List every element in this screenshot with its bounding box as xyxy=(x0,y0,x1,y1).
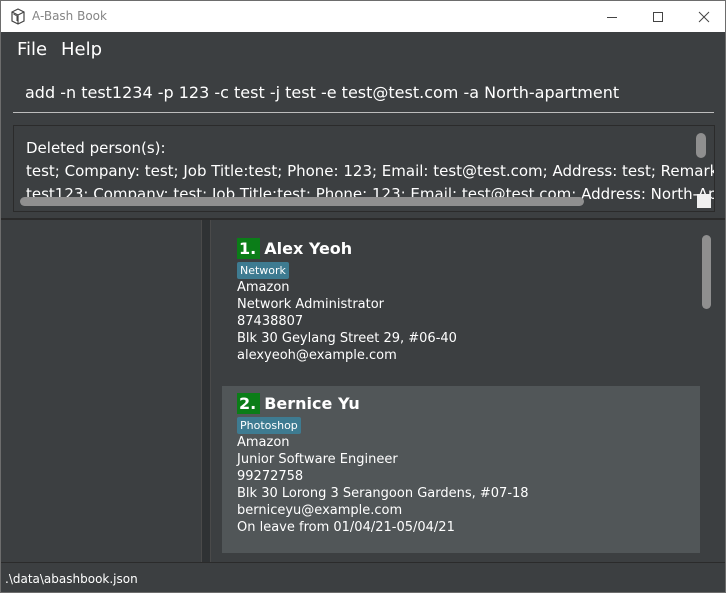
person-email: alexyeoh@example.com xyxy=(237,348,397,363)
maximize-button[interactable] xyxy=(635,1,681,32)
close-button[interactable] xyxy=(681,1,725,32)
person-list-panel: 1. Alex Yeoh Network Amazon Network Admi… xyxy=(211,220,725,562)
person-phone: 87438807 xyxy=(237,314,304,329)
save-file-path: .\data\abashbook.json xyxy=(5,572,138,586)
person-list[interactable]: 1. Alex Yeoh Network Amazon Network Admi… xyxy=(222,231,700,553)
title-bar[interactable]: A-Bash Book xyxy=(1,1,725,32)
person-index: 2. xyxy=(237,393,261,414)
person-address: Blk 30 Lorong 3 Serangoon Gardens, #07-1… xyxy=(237,486,529,501)
minimize-icon xyxy=(607,16,617,18)
person-address: Blk 30 Geylang Street 29, #06-40 xyxy=(237,331,457,346)
person-name: Bernice Yu xyxy=(264,394,360,413)
person-remark: On leave from 01/04/21-05/04/21 xyxy=(237,520,455,535)
person-index: 1. xyxy=(237,238,261,259)
command-box xyxy=(13,73,714,113)
person-company: Amazon xyxy=(237,435,290,450)
menu-bar: File Help xyxy=(1,32,725,66)
person-phone: 99272758 xyxy=(237,469,304,484)
person-email: berniceyu@example.com xyxy=(237,503,403,518)
left-pane xyxy=(1,220,201,562)
person-card[interactable]: 1. Alex Yeoh Network Amazon Network Admi… xyxy=(222,231,700,386)
result-display[interactable]: Deleted person(s): test; Company: test; J… xyxy=(13,125,715,212)
card-header: 1. Alex Yeoh xyxy=(237,238,352,259)
app-book-icon xyxy=(11,8,25,25)
app-window: A-Bash Book File Help Deleted person(s):… xyxy=(0,0,726,593)
menu-help[interactable]: Help xyxy=(61,39,102,60)
person-job-title: Junior Software Engineer xyxy=(237,452,398,467)
person-name: Alex Yeoh xyxy=(264,239,353,258)
scroll-corner xyxy=(697,194,711,208)
maximize-icon xyxy=(653,11,663,22)
person-tag: Photoshop xyxy=(237,417,301,434)
window-title: A-Bash Book xyxy=(32,9,107,23)
person-job-title: Network Administrator xyxy=(237,297,385,312)
minimize-button[interactable] xyxy=(589,1,635,32)
person-tag: Network xyxy=(237,262,289,279)
person-company: Amazon xyxy=(237,280,290,295)
result-vertical-scrollbar[interactable] xyxy=(696,133,706,158)
result-horizontal-scrollbar[interactable] xyxy=(20,197,584,206)
split-pane-divider[interactable] xyxy=(201,220,211,562)
status-bar: .\data\abashbook.json xyxy=(1,562,725,592)
card-header: 2. Bernice Yu xyxy=(237,393,360,414)
menu-file[interactable]: File xyxy=(17,39,47,60)
result-line: Deleted person(s): xyxy=(26,139,166,157)
result-text: Deleted person(s): test; Company: test; J… xyxy=(26,137,715,206)
result-line: test; Company: test; Job Title:test; Pho… xyxy=(26,162,715,180)
close-icon xyxy=(698,11,710,22)
person-list-scrollbar[interactable] xyxy=(702,235,711,309)
command-input[interactable] xyxy=(13,73,714,111)
person-card[interactable]: 2. Bernice Yu Photoshop Amazon Junior So… xyxy=(222,386,700,553)
